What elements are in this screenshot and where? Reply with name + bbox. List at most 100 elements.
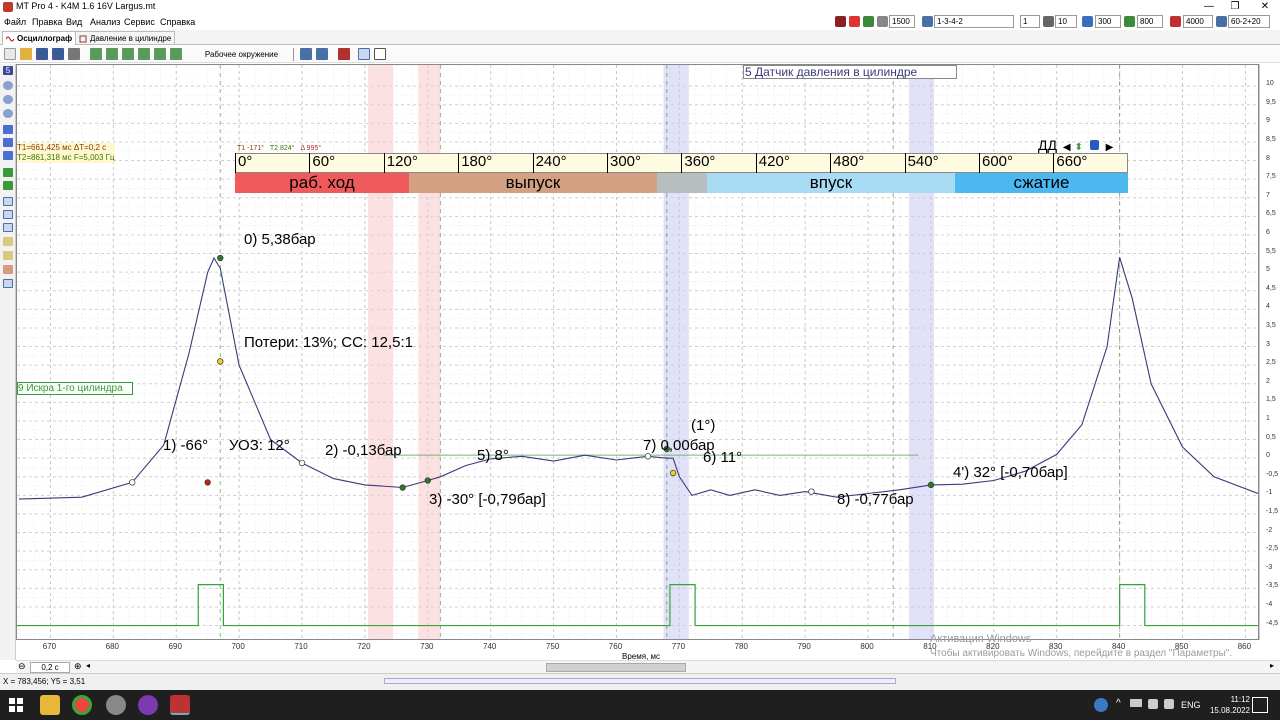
explorer-icon[interactable] (40, 695, 60, 715)
notifications-icon[interactable] (1252, 697, 1268, 713)
lock-icon[interactable] (1089, 140, 1099, 150)
pressure-channel-title[interactable]: 5 Датчик давления в цилиндре (743, 65, 957, 79)
language-indicator[interactable]: ENG (1181, 700, 1201, 710)
horizontal-scrollbar-thumb[interactable] (546, 663, 686, 672)
menu-file[interactable]: Файл (4, 17, 26, 27)
y-tick-label: 1 (1266, 414, 1270, 422)
print-icon[interactable] (68, 48, 80, 60)
rpm-field[interactable]: 1500 (889, 15, 915, 28)
zoom-plus-icon[interactable]: ⊕ (74, 661, 82, 672)
app-wheel-icon[interactable] (106, 695, 126, 715)
cylinder-select[interactable]: 1 (1020, 15, 1040, 28)
overview-scrollbar[interactable] (384, 678, 896, 684)
left-arrow-icon[interactable]: ◀ (1063, 142, 1071, 153)
open-folder-icon[interactable] (20, 48, 32, 60)
x-tick-label: 750 (545, 642, 560, 651)
menu-service[interactable]: Сервис (124, 17, 155, 27)
menu-help[interactable]: Справка (160, 17, 195, 27)
divider-field[interactable]: 10 (1055, 15, 1077, 28)
cursor-t2: T2=861,318 мс F=5,003 Гц (17, 153, 115, 163)
tab-oscilloscope[interactable]: Осциллограф (2, 31, 77, 45)
grid-icon-1[interactable] (90, 48, 102, 60)
minimize-button[interactable]: — (1196, 0, 1222, 14)
channel-view-icon-3[interactable] (3, 223, 13, 232)
grid-icon-5[interactable] (154, 48, 166, 60)
channel-view-icon-2[interactable] (3, 210, 13, 219)
spark-channel-label[interactable]: 9 Искра 1-го цилиндра (17, 382, 133, 395)
car-icon[interactable] (835, 16, 846, 27)
zoom-fit-icon[interactable] (3, 95, 13, 104)
measure-icon-3[interactable] (3, 265, 13, 274)
crank-angle-panel[interactable]: 0° 60° 120° 180° 240° 300° 360° 420° 480° 540° 600… (235, 153, 1128, 193)
measure-icon-4[interactable] (3, 279, 13, 288)
arrow-up-icon[interactable] (3, 168, 13, 177)
maximize-button[interactable]: ❐ (1222, 0, 1248, 14)
scroll-right-icon[interactable]: ▸ (1270, 661, 1274, 670)
volume-icon[interactable] (1164, 699, 1174, 709)
wheel-range-select[interactable]: 60-2+20 (1228, 15, 1270, 28)
battery-icon[interactable] (1130, 699, 1142, 707)
grid-icon-4[interactable] (138, 48, 150, 60)
zoom-in-icon[interactable] (3, 109, 13, 118)
measure-icon-1[interactable] (3, 237, 13, 246)
angle-mini-readout: T1 -171° T2 824° Δ 995° (237, 145, 321, 152)
marker-losses-label: Потери: 13%; CC: 12,5:1 (244, 334, 413, 351)
updown-icon[interactable]: ⬍ (1074, 142, 1082, 153)
value-4000-field[interactable]: 4000 (1183, 15, 1213, 28)
menu-analysis[interactable]: Анализ (90, 17, 120, 27)
clock[interactable]: 11:12 15.08.2022 (1210, 694, 1250, 716)
expand-icon[interactable] (3, 151, 13, 160)
window-title: MT Pro 4 - K4M 1.6 16V Largus.mt (16, 1, 156, 11)
chrome-icon[interactable] (72, 695, 92, 715)
move-down-icon[interactable] (3, 138, 13, 147)
start-icon[interactable] (6, 695, 26, 715)
angle-tick: 480° (830, 153, 864, 173)
value-800-field[interactable]: 800 (1137, 15, 1163, 28)
menu-edit[interactable]: Правка (32, 17, 62, 27)
workspace-select[interactable]: Рабочее окружение (190, 48, 294, 61)
engine-icon[interactable] (863, 16, 874, 27)
zoom-minus-icon[interactable]: ⊖ (18, 661, 26, 672)
viber-icon[interactable] (138, 695, 158, 715)
zoom-out-icon[interactable] (3, 81, 13, 90)
pressure-channel-label: Датчик давления в цилиндре (755, 65, 918, 79)
save-as-icon[interactable] (52, 48, 64, 60)
channel-badge[interactable]: 5 (3, 66, 13, 75)
angle-tick: 420° (755, 153, 790, 173)
save-icon[interactable] (36, 48, 48, 60)
measure-icon-2[interactable] (3, 251, 13, 260)
tab-bar: Осциллограф Давление в цилиндре (0, 30, 1280, 45)
mtpro-task-icon[interactable] (170, 695, 190, 715)
activation-watermark-title: Активация Windows (930, 633, 1032, 645)
tab-cylinder-pressure[interactable]: Давление в цилиндре (75, 31, 176, 45)
x-tick-label: 700 (231, 642, 245, 651)
undo-icon[interactable] (300, 48, 312, 60)
value-300-field[interactable]: 300 (1095, 15, 1121, 28)
marker-point (217, 254, 224, 262)
tray-chevron-icon[interactable]: ^ (1116, 698, 1121, 709)
car-icon-2[interactable] (338, 48, 350, 60)
network-icon[interactable] (1148, 699, 1158, 709)
cursor-mode-icon[interactable] (358, 48, 370, 60)
grid-icon-6[interactable] (170, 48, 182, 60)
grid-icon-3[interactable] (122, 48, 134, 60)
arrow-down-icon[interactable] (3, 181, 13, 190)
x-tick-label: 860 (1237, 642, 1252, 651)
zoom-value[interactable]: 0,2 с (30, 662, 70, 673)
firing-order-select[interactable]: 1-3-4-2 (934, 15, 1014, 28)
redo-icon[interactable] (316, 48, 328, 60)
x-tick-label: 740 (483, 642, 497, 651)
record-icon[interactable] (849, 16, 860, 27)
new-file-icon[interactable] (4, 48, 16, 60)
gear-icon (1216, 16, 1227, 27)
help-tray-icon[interactable] (1094, 698, 1108, 712)
crosshair-icon[interactable] (374, 48, 386, 60)
y-tick-label: 7 (1266, 191, 1270, 199)
menu-view[interactable]: Вид (66, 17, 82, 27)
grid-icon-2[interactable] (106, 48, 118, 60)
channel-view-icon-1[interactable] (3, 197, 13, 206)
scroll-left-icon[interactable]: ◂ (86, 661, 90, 670)
move-up-icon[interactable] (3, 125, 13, 134)
right-arrow-icon[interactable]: ▶ (1106, 142, 1114, 153)
close-button[interactable]: ✕ (1252, 0, 1278, 14)
